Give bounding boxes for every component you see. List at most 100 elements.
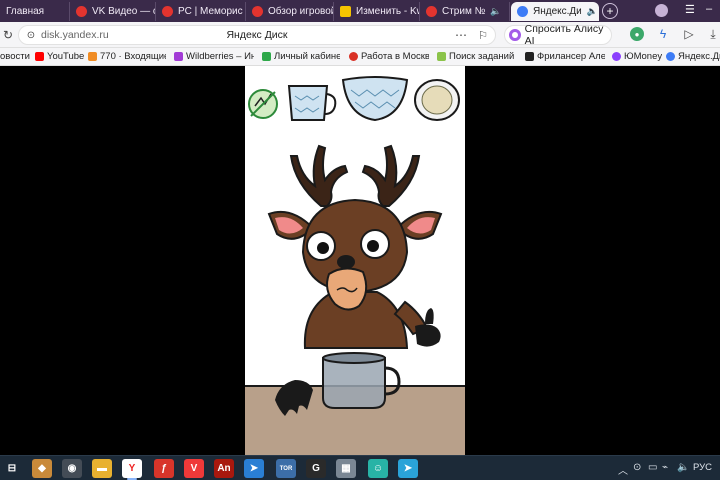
hh-icon bbox=[349, 52, 358, 61]
taskbar-app-1-icon[interactable]: ◆ bbox=[32, 459, 52, 478]
alice-icon bbox=[509, 29, 521, 41]
bookmark-news[interactable]: овости bbox=[0, 51, 30, 62]
deer-nose bbox=[337, 255, 355, 269]
taskbar-app-adobe-icon[interactable]: An bbox=[214, 459, 234, 478]
taskbar-task-view-icon[interactable]: ⊟ bbox=[2, 459, 22, 478]
page-title: Яндекс Диск bbox=[226, 29, 288, 41]
browser-tab-bar: Главная VK Видео — см PC | Мемориc Обзор… bbox=[0, 0, 720, 22]
taskbar-telegram-icon[interactable]: ➤ bbox=[398, 459, 418, 478]
yoomoney-icon bbox=[612, 52, 621, 61]
address-input[interactable]: ⊙ disk.yandex.ru Яндекс Диск ⋯ ⚐ bbox=[18, 25, 496, 45]
deer-drawing bbox=[245, 76, 465, 455]
tab-home[interactable]: Главная bbox=[0, 2, 70, 21]
play-icon[interactable]: ▷ bbox=[682, 27, 696, 41]
tab-vk-video[interactable]: VK Видео — см bbox=[70, 2, 156, 21]
extension-icon[interactable]: ● bbox=[630, 27, 644, 41]
tab-kwork[interactable]: Изменить - Kwo bbox=[334, 2, 420, 21]
menu-icon[interactable]: ☰ bbox=[685, 3, 695, 16]
tab-label: Изменить - Kwo bbox=[356, 6, 419, 17]
youtube-icon bbox=[35, 52, 44, 61]
bookmark-mail[interactable]: 770 · Входящие — bbox=[88, 51, 166, 62]
bowl-icon bbox=[341, 76, 409, 122]
plate-icon bbox=[414, 79, 460, 121]
tasks-icon bbox=[437, 52, 446, 61]
speaker-icon: 🔈 bbox=[490, 6, 502, 16]
crossed-out-icon bbox=[248, 89, 278, 119]
mug-icon bbox=[287, 85, 337, 121]
bookmark-cabinet[interactable]: Личный кабинет bbox=[262, 51, 340, 62]
bookmark-label: Wildberries – Инте bbox=[186, 51, 254, 62]
tab-label: PC | Мемориc bbox=[178, 6, 243, 17]
yadisk-icon bbox=[666, 52, 675, 61]
address-bar-row: ↻ ⊙ disk.yandex.ru Яндекс Диск ⋯ ⚐ Спрос… bbox=[0, 22, 720, 48]
kwork-icon bbox=[340, 6, 351, 17]
tab-label: Стрим № bbox=[442, 6, 486, 17]
download-icon[interactable]: ⤓ bbox=[706, 27, 720, 41]
ask-alice-button[interactable]: Спросить Алису AI bbox=[504, 23, 612, 47]
volume-icon[interactable]: 🔈 bbox=[677, 462, 689, 473]
mail-icon bbox=[88, 52, 97, 61]
tab-label: Яндекс.Ди bbox=[533, 6, 582, 17]
antlers bbox=[289, 144, 421, 207]
video-icon bbox=[426, 6, 437, 17]
speaker-icon: 🔈 bbox=[586, 6, 598, 16]
bookmark-yoomoney[interactable]: ЮMoney bbox=[612, 51, 662, 62]
yadisk-icon bbox=[517, 6, 528, 17]
tab-stream[interactable]: Стрим № 🔈 bbox=[420, 2, 510, 21]
bookmark-wildberries[interactable]: Wildberries – Инте bbox=[174, 51, 254, 62]
cabinet-icon bbox=[262, 52, 271, 61]
bookmark-hh[interactable]: Работа в Москве, bbox=[349, 51, 429, 62]
tab-memorics[interactable]: PC | Мемориc bbox=[156, 2, 246, 21]
bookmark-label: Поиск заданий - bbox=[449, 51, 517, 62]
wildberries-icon bbox=[174, 52, 183, 61]
bookmark-label: 770 · Входящие — bbox=[100, 51, 166, 62]
bookmark-freelancer[interactable]: Фрилансер Алек bbox=[525, 51, 605, 62]
bookmark-tasks[interactable]: Поиск заданий - bbox=[437, 51, 517, 62]
lightning-icon[interactable]: ϟ bbox=[656, 27, 670, 41]
taskbar-app-flash-icon[interactable]: ƒ bbox=[154, 459, 174, 478]
bookmark-youtube[interactable]: YouTube bbox=[35, 51, 85, 62]
chevron-up-icon[interactable]: ︿ bbox=[618, 462, 628, 477]
bookmark-label: Яндекс.Дис bbox=[678, 51, 720, 62]
bookmark-label: овости bbox=[0, 51, 30, 62]
taskbar-app-chat-icon[interactable]: ☺ bbox=[368, 459, 388, 478]
taskbar-app-g-icon[interactable]: G bbox=[306, 459, 326, 478]
drawing-image[interactable] bbox=[245, 66, 465, 455]
reload-icon[interactable]: ↻ bbox=[2, 28, 14, 42]
bookmark-yandex-disk[interactable]: Яндекс.Дис bbox=[666, 51, 720, 62]
tab-label: Главная bbox=[6, 6, 45, 17]
thumbs-up-hand bbox=[415, 324, 441, 347]
bookmark-label: ЮMoney bbox=[624, 51, 662, 62]
profile-avatar[interactable] bbox=[655, 4, 668, 17]
taskbar-app-2-icon[interactable]: ◉ bbox=[62, 459, 82, 478]
tab-game-review[interactable]: Обзор игровой bbox=[246, 2, 334, 21]
mug bbox=[322, 357, 386, 409]
taskbar-calculator-icon[interactable]: ▦ bbox=[336, 459, 356, 478]
meet-icon[interactable]: ⊙ bbox=[633, 462, 641, 473]
taskbar-app-arrow-icon[interactable]: ➤ bbox=[244, 459, 264, 478]
bookmarks-bar: овости YouTube 770 · Входящие — Wildberr… bbox=[0, 48, 720, 66]
new-tab-button[interactable]: + bbox=[602, 3, 618, 19]
bookmark-label: Фрилансер Алек bbox=[537, 51, 605, 62]
taskbar-app-vivaldi-icon[interactable]: V bbox=[184, 459, 204, 478]
image-viewer bbox=[0, 66, 720, 455]
kwork-icon bbox=[525, 52, 534, 61]
video-icon bbox=[252, 6, 263, 17]
tab-label: VK Видео — см bbox=[92, 6, 155, 17]
bookmark-icon[interactable]: ⚐ bbox=[477, 28, 489, 42]
taskbar-file-explorer-icon[interactable]: ▬ bbox=[92, 459, 112, 478]
tab-label: Обзор игровой bbox=[268, 6, 334, 17]
language-indicator[interactable]: РУС bbox=[693, 462, 712, 473]
alice-label: Спросить Алису AI bbox=[524, 23, 604, 47]
tab-yandex-disk[interactable]: Яндекс.Ди 🔈 ✕ bbox=[511, 2, 599, 21]
taskbar-app-tor-icon[interactable]: TOR bbox=[276, 459, 296, 478]
taskbar-yandex-browser-icon[interactable]: Y bbox=[122, 459, 142, 480]
more-dots-icon[interactable]: ⋯ bbox=[453, 27, 469, 43]
video-icon bbox=[162, 6, 173, 17]
minimize-icon[interactable]: – bbox=[706, 3, 712, 15]
bookmark-label: Личный кабинет bbox=[274, 51, 340, 62]
wifi-icon[interactable]: ⌁ bbox=[662, 462, 668, 473]
video-icon bbox=[76, 6, 87, 17]
network-icon[interactable]: ▭ bbox=[648, 462, 657, 473]
bookmark-label: YouTube bbox=[47, 51, 85, 62]
